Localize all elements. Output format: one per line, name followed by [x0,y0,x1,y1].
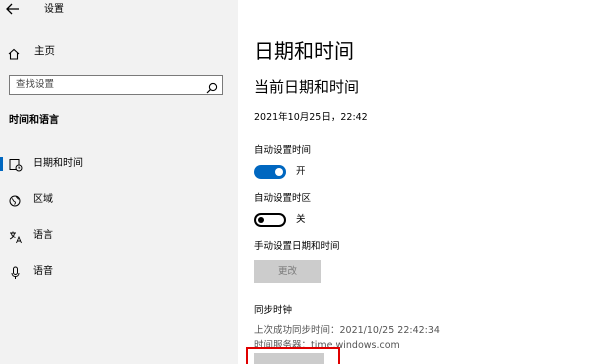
search-placeholder: 查找设置 [16,79,55,90]
sidebar-item-date-time[interactable]: 日期和时间 [0,153,238,175]
current-datetime: 2021年10月25日，22:42 [254,112,368,123]
toggle-knob [275,168,283,176]
sidebar-item-speech[interactable]: 语音 [0,261,238,283]
auto-time-toggle[interactable] [254,165,286,179]
auto-timezone-toggle[interactable] [254,213,286,227]
sidebar: 设置 主页 查找设置 时间和语言 日期和时间 区域 语言 语音 [0,0,238,364]
search-input[interactable]: 查找设置 [9,75,223,95]
last-sync-time: 上次成功同步时间：2021/10/25 22:42:34 [254,325,440,336]
home-label: 主页 [34,45,55,57]
home-icon [8,45,20,60]
title-bar: 设置 [0,0,238,22]
section-title: 时间和语言 [9,115,59,126]
sidebar-item-label: 语音 [33,266,53,277]
manual-time-label: 手动设置日期和时间 [254,241,340,252]
sidebar-item-language[interactable]: 语言 [0,225,238,247]
back-arrow-icon[interactable] [6,3,22,17]
sidebar-item-label: 日期和时间 [33,158,83,169]
sync-title: 同步时钟 [254,305,293,316]
app-title: 设置 [44,4,64,15]
auto-time-label: 自动设置时间 [254,145,312,156]
search-icon[interactable] [206,79,218,94]
home-nav-item[interactable]: 主页 [8,43,208,60]
language-icon [9,229,23,244]
globe-icon [9,193,23,207]
change-button[interactable]: 更改 [254,260,321,283]
sidebar-item-region[interactable]: 区域 [0,189,238,211]
highlight-box [246,347,340,364]
toggle-knob [258,217,264,223]
selection-indicator [0,157,3,171]
section-subtitle: 当前日期和时间 [254,78,360,96]
sync-now-button[interactable] [254,353,324,364]
microphone-icon [9,265,23,279]
auto-timezone-label: 自动设置时区 [254,193,312,204]
auto-time-state: 开 [296,166,306,177]
calendar-clock-icon [9,157,23,172]
main-content: 日期和时间 当前日期和时间 2021年10月25日，22:42 自动设置时间 开… [238,0,607,364]
auto-timezone-state: 关 [296,214,306,225]
page-title: 日期和时间 [254,39,354,63]
sidebar-item-label: 语言 [33,230,53,241]
sidebar-item-label: 区域 [33,194,53,205]
